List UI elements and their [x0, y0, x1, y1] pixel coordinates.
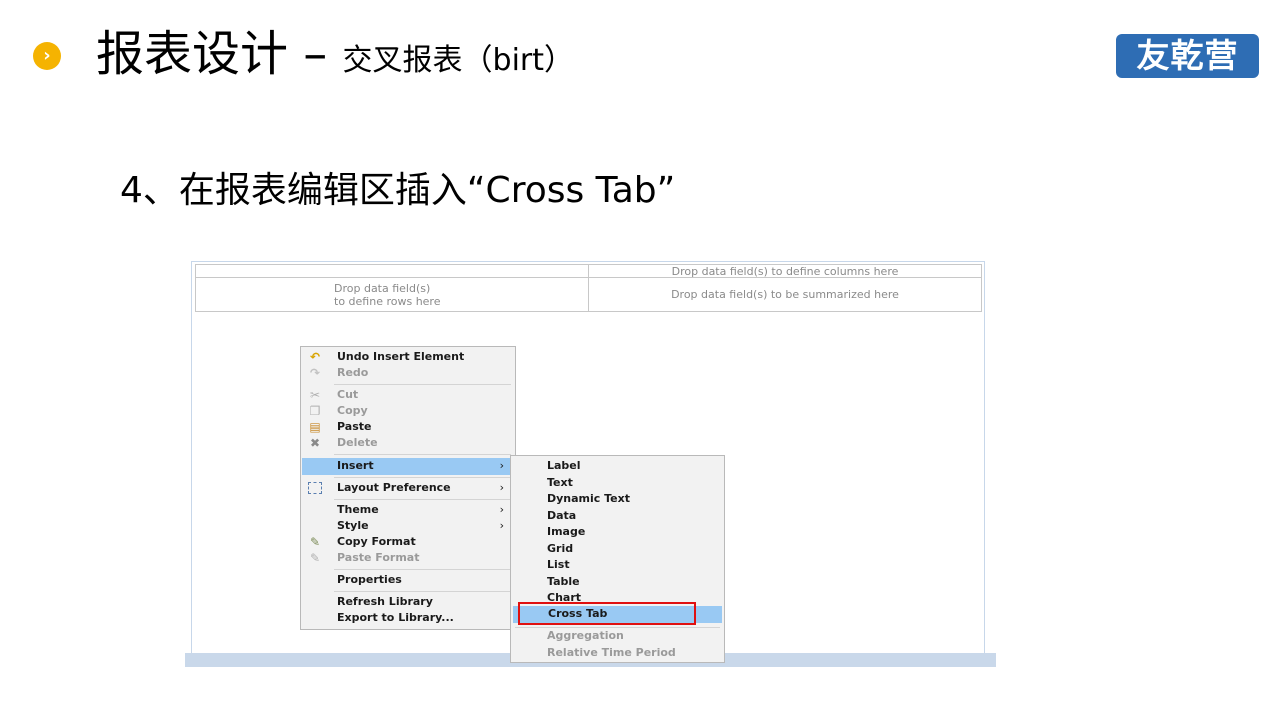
- row-hint-line2: to define rows here: [334, 295, 441, 308]
- submenu-item-text: Image: [547, 525, 586, 538]
- menu-item-label: Insert: [337, 459, 374, 472]
- insert-submenu: Label Text Dynamic Text Data Image Grid …: [510, 455, 725, 663]
- menu-item-label: Copy: [337, 404, 368, 417]
- copy-icon: ❐: [309, 404, 321, 418]
- menu-separator: [334, 454, 511, 455]
- menu-item-label: Refresh Library: [337, 595, 433, 608]
- delete-icon: ✖: [309, 436, 321, 450]
- page-title: 报表设计 – 交叉报表（birt）: [96, 22, 574, 93]
- crosstab-summary-area[interactable]: Drop data field(s) to be summarized here: [589, 278, 981, 311]
- menu-item-label: Layout Preference: [337, 481, 451, 494]
- menu-item-paste-format[interactable]: ✎ Paste Format: [302, 550, 514, 566]
- submenu-item-text: Label: [547, 459, 581, 472]
- title-main: 报表设计: [96, 26, 289, 82]
- submenu-item-text: Text: [547, 475, 573, 489]
- menu-item-properties[interactable]: Properties: [302, 572, 514, 588]
- context-menu: ↶ Undo Insert Element ↷ Redo ✂ Cut ❐ Cop…: [300, 346, 516, 630]
- submenu-item-table[interactable]: Table: [512, 574, 723, 590]
- menu-item-label: Delete: [337, 436, 378, 449]
- submenu-item-list[interactable]: List: [512, 557, 723, 573]
- title-dash: –: [288, 26, 343, 82]
- submenu-item-relative-time-period[interactable]: Relative Time Period: [512, 645, 723, 661]
- submenu-item-text: Relative Time Period: [547, 645, 676, 659]
- menu-item-label: Copy Format: [337, 535, 416, 548]
- menu-separator: [334, 499, 511, 500]
- paste-format-icon: ✎: [309, 551, 321, 565]
- submenu-item-text: Data: [547, 508, 577, 522]
- submenu-item-aggregation[interactable]: Aggregation: [512, 628, 723, 644]
- crosstab-element[interactable]: Drop data field(s) to define columns her…: [195, 264, 982, 312]
- menu-item-paste[interactable]: ▤ Paste: [302, 419, 514, 435]
- menu-item-label: Style: [337, 519, 369, 532]
- highlight-box: [518, 602, 696, 625]
- bullet-icon: ›: [33, 42, 61, 70]
- menu-item-label: Undo Insert Element: [337, 350, 465, 363]
- menu-item-label: Theme: [337, 503, 379, 516]
- submenu-item-text[interactable]: Text: [512, 475, 723, 491]
- submenu-item-dynamic-text[interactable]: Dynamic Text: [512, 491, 723, 507]
- menu-item-undo[interactable]: ↶ Undo Insert Element: [302, 349, 514, 365]
- submenu-item-text: Grid: [547, 541, 574, 555]
- submenu-arrow-icon: ›: [499, 481, 504, 494]
- menu-item-label: Export to Library...: [337, 611, 454, 624]
- crosstab-row-area[interactable]: Drop data field(s) to define rows here: [196, 278, 589, 311]
- title-subtitle: 交叉报表（birt）: [342, 43, 575, 78]
- menu-item-copy[interactable]: ❐ Copy: [302, 403, 514, 419]
- submenu-item-label[interactable]: Label: [512, 458, 723, 474]
- step-instruction: 4、在报表编辑区插入“Cross Tab”: [120, 170, 676, 211]
- menu-item-label: Redo: [337, 366, 369, 379]
- cut-icon: ✂: [309, 388, 321, 402]
- redo-icon: ↷: [309, 366, 321, 380]
- menu-item-label: Cut: [337, 388, 359, 401]
- menu-separator: [334, 569, 511, 570]
- undo-icon: ↶: [309, 350, 321, 364]
- menu-item-redo[interactable]: ↷ Redo: [302, 365, 514, 381]
- submenu-item-image[interactable]: Image: [512, 524, 723, 540]
- menu-item-copy-format[interactable]: ✎ Copy Format: [302, 534, 514, 550]
- menu-item-export-to-library[interactable]: Export to Library...: [302, 610, 514, 626]
- submenu-item-data[interactable]: Data: [512, 508, 723, 524]
- menu-separator: [334, 591, 511, 592]
- crosstab-corner-cell: [196, 265, 589, 278]
- submenu-arrow-icon: ›: [499, 519, 504, 532]
- menu-item-style[interactable]: Style ›: [302, 518, 514, 534]
- submenu-arrow-icon: ›: [499, 503, 504, 516]
- menu-item-delete[interactable]: ✖ Delete: [302, 435, 514, 451]
- menu-item-label: Properties: [337, 573, 402, 586]
- submenu-item-text: Table: [547, 574, 580, 588]
- row-hint-line1: Drop data field(s): [334, 282, 431, 295]
- submenu-arrow-icon: ›: [499, 459, 504, 472]
- menu-item-refresh-library[interactable]: Refresh Library: [302, 594, 514, 610]
- brand-logo: 友乾营: [1116, 34, 1259, 78]
- crosstab-column-area[interactable]: Drop data field(s) to define columns her…: [589, 265, 981, 278]
- submenu-item-text: Dynamic Text: [547, 492, 630, 505]
- menu-separator: [334, 384, 511, 385]
- menu-item-label: Paste Format: [337, 551, 420, 564]
- menu-item-insert[interactable]: Insert ›: [302, 458, 514, 475]
- menu-separator: [334, 477, 511, 478]
- menu-item-cut[interactable]: ✂ Cut: [302, 387, 514, 403]
- submenu-item-text: List: [547, 558, 570, 571]
- menu-item-layout-preference[interactable]: Layout Preference ›: [302, 480, 514, 496]
- layout-icon: [308, 482, 322, 494]
- submenu-item-grid[interactable]: Grid: [512, 541, 723, 557]
- copy-format-icon: ✎: [309, 535, 321, 549]
- menu-item-label: Paste: [337, 420, 372, 433]
- submenu-item-text: Aggregation: [547, 629, 624, 642]
- menu-item-theme[interactable]: Theme ›: [302, 502, 514, 518]
- paste-icon: ▤: [309, 420, 321, 434]
